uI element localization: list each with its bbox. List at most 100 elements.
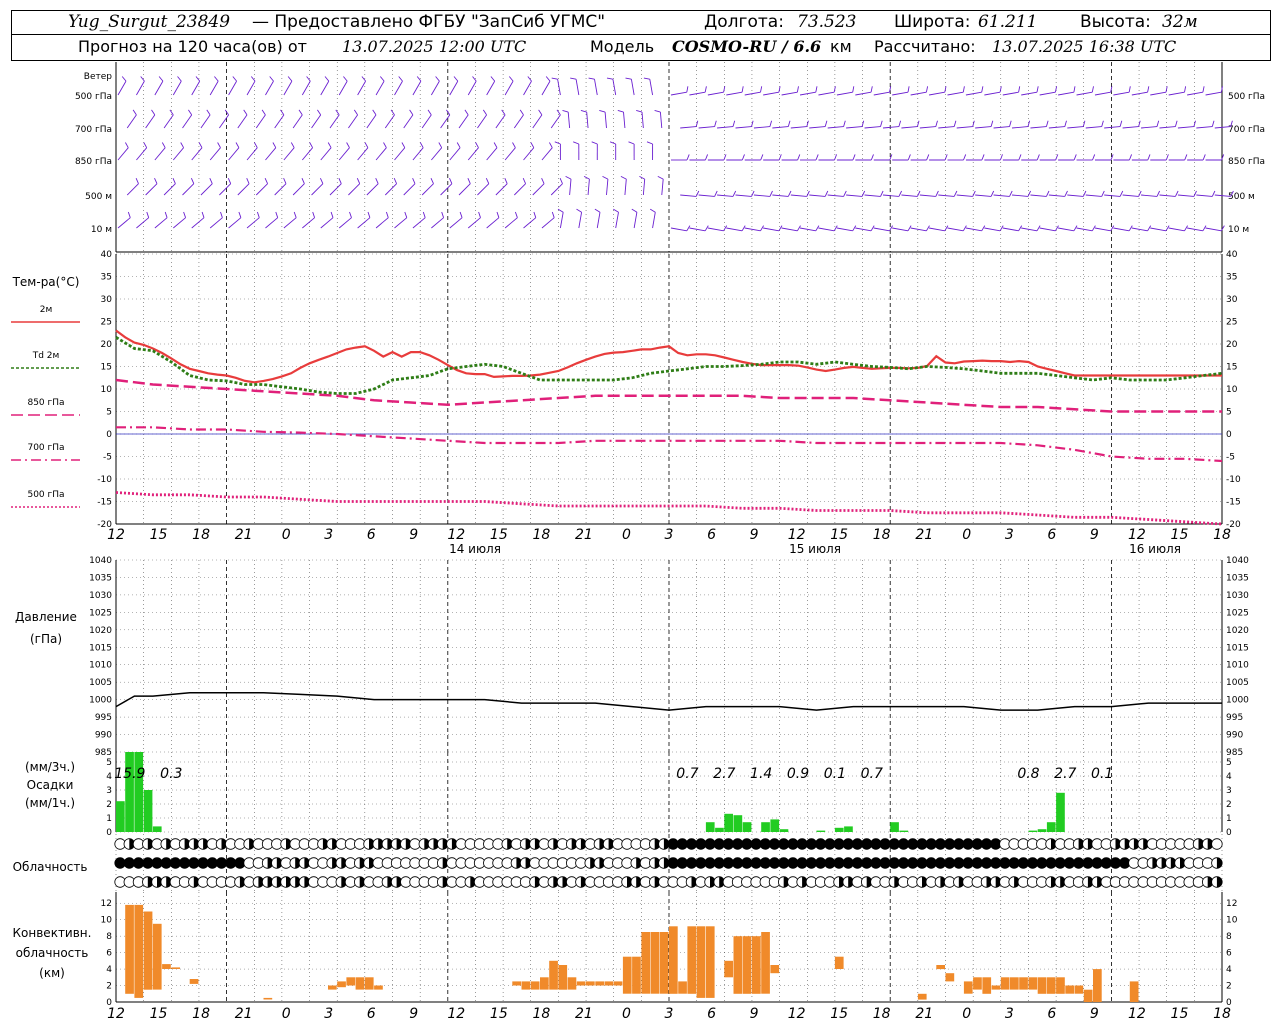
wind-barb-flag: [1184, 154, 1188, 161]
press-ytick: 985: [95, 748, 112, 758]
precip-ytick: 2: [106, 800, 112, 810]
press-ylabel: Давление: [15, 610, 77, 624]
wind-barb: [200, 114, 211, 129]
wind-barb-flag: [1036, 86, 1039, 93]
press-ytick-right: 990: [1226, 731, 1243, 741]
wind-barb-flag: [714, 120, 717, 127]
wind-barb-flag: [565, 175, 572, 180]
wind-barb-flag: [349, 211, 352, 218]
wind-barb: [163, 114, 174, 129]
wind-barb-flag: [430, 178, 434, 184]
precip-bar: [705, 822, 715, 832]
precip-bar: [890, 822, 899, 832]
precip-bar: [1056, 792, 1065, 832]
wind-level-label-right: 500 гПа: [1228, 92, 1265, 102]
wind-barb: [265, 147, 277, 161]
wind-barb: [975, 194, 992, 197]
wind-barb: [689, 227, 706, 232]
wind-barb-flag: [190, 178, 195, 184]
precip-total: 0.3: [160, 766, 182, 782]
wind-barb-flag: [880, 120, 883, 127]
legend-label: 700 гПа: [27, 443, 64, 453]
wind-barb: [209, 217, 223, 229]
temp-xtick: 15: [830, 527, 848, 543]
conv-bar: [143, 911, 153, 990]
conv-bar: [687, 926, 697, 994]
wind-barb-flag: [870, 86, 873, 93]
wind-barb: [569, 179, 572, 196]
conv-bar: [263, 997, 273, 1000]
wind-barb-flag: [916, 120, 920, 127]
wind-barb: [1168, 227, 1185, 232]
wind-barb: [182, 183, 195, 196]
precip-ylabel2: Осадки: [27, 778, 74, 792]
wind-barb-flag: [944, 154, 948, 161]
wind-barb-flag: [1174, 120, 1178, 127]
conv-ytick-right: 8: [1226, 932, 1232, 942]
temp-ytick-right: 5: [1226, 408, 1232, 418]
conv-xtick: 12: [107, 1006, 125, 1022]
wind-barb-flag: [723, 225, 728, 232]
wind-barb-flag: [209, 178, 213, 184]
wind-barb-flag: [926, 154, 930, 161]
wind-barb-flag: [401, 142, 406, 148]
conv-xtick: 21: [915, 1006, 933, 1022]
wind-barb-flag: [504, 178, 508, 184]
wind-barb: [394, 80, 403, 96]
wind-barb-flag: [631, 208, 638, 213]
press-ytick: 1005: [89, 678, 112, 688]
wind-barb: [532, 114, 543, 129]
wind-barb: [652, 212, 656, 229]
wind-barb: [1168, 91, 1185, 96]
conv-bar: [963, 981, 973, 994]
wind-barb-flag: [482, 109, 487, 116]
wind-barb: [707, 91, 724, 96]
wind-barb: [301, 80, 311, 96]
wind-barb-flag: [290, 142, 295, 148]
wind-barb-flag: [438, 142, 443, 148]
wind-barb-flag: [514, 211, 518, 218]
wind-barb: [357, 217, 371, 229]
wind-barb-flag: [1193, 190, 1197, 197]
wind-barb-flag: [280, 109, 285, 116]
wind-barb-flag: [834, 154, 838, 161]
wind-barb: [1196, 126, 1213, 129]
wind-barb: [394, 217, 408, 229]
wind-barb-flag: [833, 225, 838, 232]
conv-ytick-right: 10: [1226, 916, 1238, 926]
wind-barb-flag: [925, 86, 929, 93]
wind-barb: [1122, 126, 1139, 129]
legend-label: Td 2м: [32, 351, 60, 361]
wind-barb: [320, 80, 330, 96]
wind-barb-flag: [617, 109, 624, 113]
wind-barb: [818, 227, 835, 232]
wind-barb: [154, 147, 166, 161]
wind-barb: [1131, 227, 1148, 232]
wind-barb: [458, 183, 471, 196]
wind-barb-flag: [545, 76, 551, 82]
wind-barb-flag: [533, 211, 537, 218]
cloud-symbol-fill: [1216, 857, 1223, 869]
wind-barb: [348, 114, 358, 129]
conv-xtick: 3: [324, 1006, 333, 1022]
legend-label: 850 гПа: [27, 398, 64, 408]
conv-bar: [530, 981, 540, 990]
precip-ylabel3: (мм/1ч.): [25, 796, 75, 810]
wind-barb-flag: [385, 211, 389, 218]
wind-barb-flag: [723, 154, 727, 161]
wind-barb-flag: [379, 76, 385, 82]
wind-barb: [1131, 91, 1148, 96]
press-ytick-right: 1035: [1226, 573, 1249, 583]
wind-barb: [707, 227, 724, 232]
conv-bar: [346, 977, 356, 986]
conv-bar: [374, 985, 383, 990]
wind-barb-flag: [1036, 154, 1040, 161]
wind-barb: [366, 183, 379, 196]
temp-ytick-right: 25: [1226, 318, 1237, 328]
conv-xtick: 15: [830, 1006, 848, 1022]
wind-barb-flag: [501, 109, 506, 116]
wind-barb: [975, 126, 992, 129]
wind-barb: [809, 126, 826, 129]
wind-barb-flag: [1128, 86, 1131, 93]
press-ytick-right: 995: [1226, 713, 1243, 723]
